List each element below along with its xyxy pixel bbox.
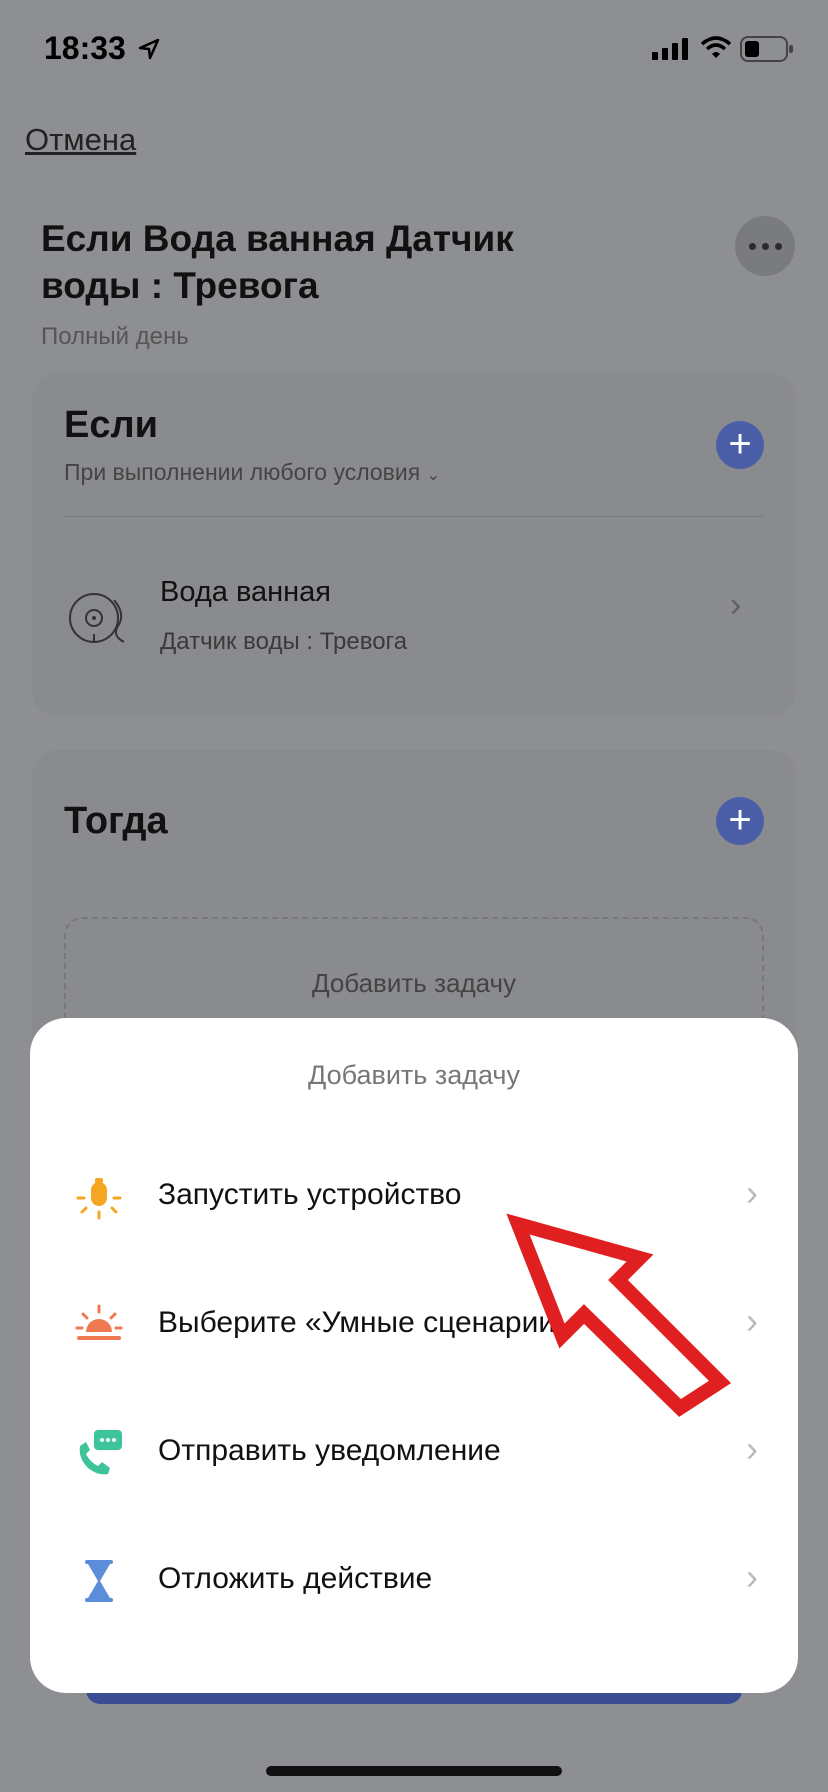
water-sensor-icon (69, 593, 125, 643)
chevron-down-icon: ⌄ (426, 467, 440, 484)
add-action-button[interactable]: + (716, 797, 764, 845)
annotation-arrow-icon (506, 1213, 732, 1417)
cancel-link[interactable]: Отмена (25, 122, 136, 158)
battery-icon (740, 36, 793, 62)
chevron-right-icon: › (746, 1300, 758, 1341)
page-title: Если Вода ванная Датчик воды : Тревога (41, 218, 514, 306)
add-condition-button[interactable]: + (716, 421, 764, 469)
chevron-right-icon: › (746, 1428, 758, 1469)
sheet-title: Добавить задачу (308, 1060, 520, 1090)
cellular-signal-icon (652, 38, 688, 60)
add-task-inline-label: Добавить задачу (311, 968, 517, 998)
condition-mode-label: При выполнении любого условия (64, 459, 421, 485)
condition-device-name[interactable]: Вода ванная (160, 576, 331, 609)
status-time: 18:33 (44, 30, 126, 66)
sheet-item-label: Запустить устройство (158, 1178, 462, 1211)
more-options-button[interactable] (735, 216, 795, 276)
more-dots-icon (748, 242, 756, 250)
phone-message-icon (79, 1430, 122, 1475)
bulb-icon (76, 1178, 122, 1220)
sheet-item-delay-action[interactable]: Отложить действие › (30, 1518, 798, 1646)
hourglass-icon (85, 1560, 113, 1602)
condition-device-state: Датчик воды : Тревога (160, 628, 408, 655)
sheet-item-label: Отложить действие (158, 1562, 433, 1595)
home-indicator (266, 1766, 562, 1776)
schedule-subtitle[interactable]: Полный день (41, 323, 189, 351)
chevron-right-icon: › (746, 1172, 758, 1213)
if-section-title: Если (64, 404, 158, 446)
location-arrow-icon (138, 38, 160, 60)
chevron-right-icon: › (746, 1556, 758, 1597)
condition-mode-selector[interactable]: При выполнении любого условия ⌄ (64, 459, 440, 486)
then-section-title: Тогда (64, 800, 168, 842)
sunrise-icon (75, 1304, 123, 1340)
wifi-icon (700, 36, 732, 58)
sheet-item-label: Отправить уведомление (158, 1434, 501, 1467)
divider (64, 516, 764, 517)
chevron-right-icon[interactable]: › (730, 586, 741, 625)
